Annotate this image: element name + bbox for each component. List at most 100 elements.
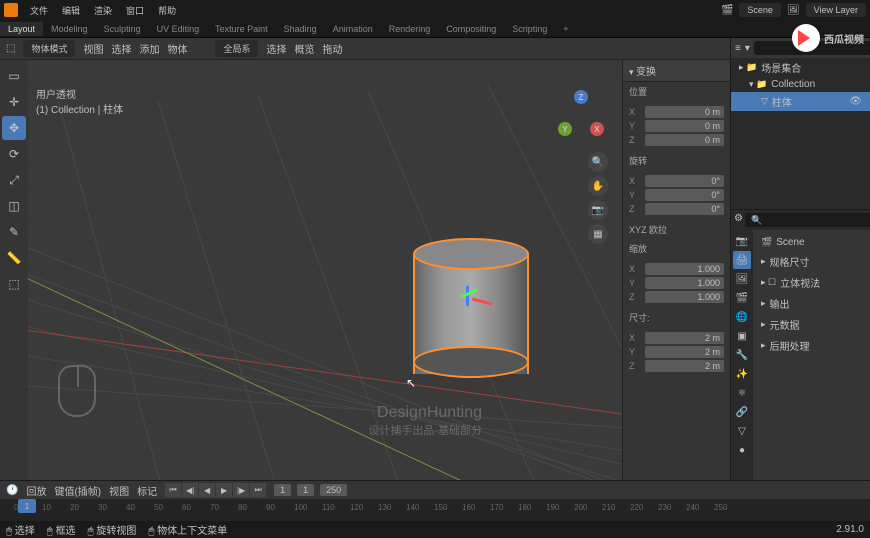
tl-keying[interactable]: 键值(插帧) <box>54 483 101 498</box>
workspace-scripting[interactable]: Scripting <box>504 22 555 36</box>
dim-y[interactable]: 2 m <box>645 346 724 358</box>
tool-transform[interactable]: ◫ <box>2 194 26 218</box>
tool-cursor[interactable]: ✛ <box>2 90 26 114</box>
prop-postprocess[interactable]: ▸ 后期处理 <box>757 335 866 356</box>
tool-select-box[interactable]: ▭ <box>2 64 26 88</box>
workspace-texpaint[interactable]: Texture Paint <box>207 22 276 36</box>
tab-scene[interactable]: 🎬 <box>733 289 751 307</box>
tl-marker[interactable]: 标记 <box>137 483 157 498</box>
add-menu[interactable]: 添加 <box>139 41 159 56</box>
location-x[interactable]: 0 m <box>645 106 724 118</box>
tab-physics[interactable]: ⚛ <box>733 384 751 402</box>
tl-jump-end[interactable]: ⏭ <box>250 483 266 497</box>
outliner-filter-icon[interactable]: ▾ <box>745 43 750 54</box>
select-menu[interactable]: 选择 <box>111 41 131 56</box>
outliner-editor-icon[interactable]: ≡ <box>735 43 741 54</box>
timeline-editor-icon[interactable]: 🕐 <box>6 485 18 496</box>
tab-particles[interactable]: ✨ <box>733 365 751 383</box>
start-frame[interactable]: 1 <box>297 484 314 496</box>
rotation-y[interactable]: 0° <box>645 189 724 201</box>
axis-x-dot[interactable]: X <box>590 122 604 136</box>
menu-render[interactable]: 渲染 <box>88 2 118 19</box>
tool-add-primitive[interactable]: ⬚ <box>2 272 26 296</box>
tab-output[interactable]: 🖨 <box>733 251 751 269</box>
tl-play[interactable]: ▶ <box>216 483 232 497</box>
end-frame[interactable]: 250 <box>320 484 347 496</box>
menu-window[interactable]: 窗口 <box>120 2 150 19</box>
timeline-ruler[interactable]: 1 01020304050607080901001101201301401501… <box>0 499 870 521</box>
prop-dimensions[interactable]: ▸ 规格尺寸 <box>757 251 866 272</box>
props-editor-icon[interactable]: ⚙ <box>734 213 743 227</box>
pan-icon[interactable]: ✋ <box>588 176 608 196</box>
mode-selector[interactable]: 物体模式 <box>23 40 75 57</box>
move-gizmo[interactable] <box>456 298 480 322</box>
outliner-collection[interactable]: ▾ 📁 Collection <box>731 77 870 92</box>
tool-scale[interactable]: ⤢ <box>2 168 26 192</box>
workspace-animation[interactable]: Animation <box>325 22 381 36</box>
tool-annotate[interactable]: ✎ <box>2 220 26 244</box>
tab-world[interactable]: 🌐 <box>733 308 751 326</box>
tool-move[interactable]: ✥ <box>2 116 26 140</box>
tab-render[interactable]: 📷 <box>733 232 751 250</box>
dim-x[interactable]: 2 m <box>645 332 724 344</box>
tab-material[interactable]: ● <box>733 441 751 459</box>
tool-measure[interactable]: 📏 <box>2 246 26 270</box>
viewport-3d[interactable]: 用户透视 (1) Collection | 柱体 ↖ X Y Z <box>28 60 622 480</box>
scale-z[interactable]: 1.000 <box>645 291 724 303</box>
workspace-uv[interactable]: UV Editing <box>149 22 208 36</box>
n-panel-title[interactable]: ▾ 变换 <box>623 60 730 82</box>
dim-z[interactable]: 2 m <box>645 360 724 372</box>
workspace-rendering[interactable]: Rendering <box>381 22 439 36</box>
tl-view[interactable]: 视图 <box>109 483 129 498</box>
scene-selector[interactable]: Scene <box>739 3 781 17</box>
tl-jump-start[interactable]: ⏮ <box>165 483 181 497</box>
orientation-selector[interactable]: 全局系 <box>215 40 258 57</box>
pivot-over[interactable]: 概览 <box>294 41 314 56</box>
persp-icon[interactable]: ▦ <box>588 224 608 244</box>
workspace-add[interactable]: + <box>555 22 576 36</box>
tl-play-reverse[interactable]: ◀ <box>199 483 215 497</box>
menu-help[interactable]: 帮助 <box>152 2 182 19</box>
scale-y[interactable]: 1.000 <box>645 277 724 289</box>
view-menu[interactable]: 视图 <box>83 41 103 56</box>
rotation-x[interactable]: 0° <box>645 175 724 187</box>
workspace-layout[interactable]: Layout <box>0 22 43 36</box>
playhead[interactable]: 1 <box>18 499 36 513</box>
camera-icon[interactable]: 📷 <box>588 200 608 220</box>
orbit-gizmo[interactable]: X Y Z <box>552 88 608 144</box>
location-y[interactable]: 0 m <box>645 120 724 132</box>
prop-output[interactable]: ▸ 输出 <box>757 293 866 314</box>
tab-modifiers[interactable]: 🔧 <box>733 346 751 364</box>
pivot-drag[interactable]: 拖动 <box>322 41 342 56</box>
zoom-icon[interactable]: 🔍 <box>588 152 608 172</box>
viewlayer-selector[interactable]: View Layer <box>806 3 866 17</box>
axis-y-dot[interactable]: Y <box>558 122 572 136</box>
rotation-mode[interactable]: XYZ 欧拉 <box>623 220 730 239</box>
tab-viewlayer[interactable]: 🖼 <box>733 270 751 288</box>
object-menu[interactable]: 物体 <box>167 41 187 56</box>
scale-x[interactable]: 1.000 <box>645 263 724 275</box>
tool-rotate[interactable]: ⟳ <box>2 142 26 166</box>
pivot-sel[interactable]: 选择 <box>266 41 286 56</box>
current-frame[interactable]: 1 <box>274 484 291 496</box>
workspace-shading[interactable]: Shading <box>276 22 325 36</box>
tab-constraints[interactable]: 🔗 <box>733 403 751 421</box>
prop-metadata[interactable]: ▸ 元数据 <box>757 314 866 335</box>
location-z[interactable]: 0 m <box>645 134 724 146</box>
scene-name-field[interactable]: 🎬 Scene <box>757 234 866 251</box>
axis-z-dot[interactable]: Z <box>574 90 588 104</box>
tl-keyframe-next[interactable]: |▶ <box>233 483 249 497</box>
menu-file[interactable]: 文件 <box>24 2 54 19</box>
properties-search[interactable] <box>745 213 870 227</box>
menu-edit[interactable]: 编辑 <box>56 2 86 19</box>
tab-object[interactable]: ▣ <box>733 327 751 345</box>
rotation-z[interactable]: 0° <box>645 203 724 215</box>
workspace-sculpting[interactable]: Sculpting <box>96 22 149 36</box>
workspace-modeling[interactable]: Modeling <box>43 22 96 36</box>
outliner-object-cylinder[interactable]: ▽ 柱体 👁 <box>731 92 870 111</box>
tab-data[interactable]: ▽ <box>733 422 751 440</box>
outliner-scene-collection[interactable]: ▸ 📁 场景集合 <box>731 58 870 77</box>
tl-playback[interactable]: 回放 <box>26 483 46 498</box>
editor-type-icon[interactable]: ⬚ <box>6 43 15 54</box>
tl-keyframe-prev[interactable]: ◀| <box>182 483 198 497</box>
